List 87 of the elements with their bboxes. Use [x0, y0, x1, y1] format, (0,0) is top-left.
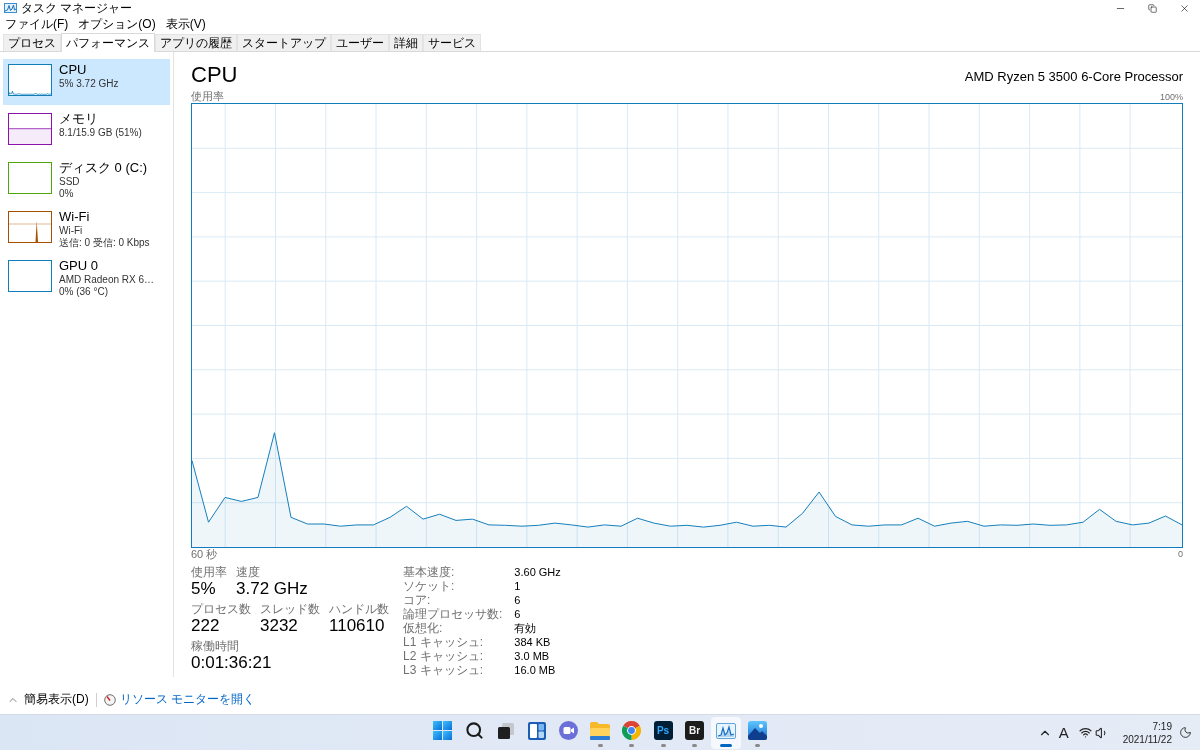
- sidebar-item[interactable]: メモリ 8.1/15.9 GB (51%): [3, 108, 170, 154]
- input-mode-indicator[interactable]: A: [1058, 723, 1069, 742]
- window-title: タスク マネージャー: [21, 0, 133, 16]
- activity-graph-icon: [4, 3, 17, 13]
- tab[interactable]: サービス: [423, 34, 481, 51]
- landscape-picture-icon: [748, 721, 767, 740]
- stat-value: 5%: [191, 579, 217, 599]
- menu-item[interactable]: 表示(V): [165, 17, 206, 32]
- axis-max-label: 100%: [1159, 92, 1183, 103]
- browser-icon: [622, 721, 641, 740]
- sidebar-item-detail: 0%: [59, 188, 75, 200]
- stat-label: 使用率: [191, 565, 227, 579]
- sidebar-item-detail: AMD Radeon RX 6…: [59, 274, 155, 286]
- panel-title: CPU: [191, 62, 238, 88]
- spec-value: 6: [514, 593, 522, 607]
- clock-time[interactable]: 7:19: [1152, 719, 1172, 733]
- close-icon: [1178, 2, 1190, 14]
- sidebar-item-detail: SSD: [59, 176, 81, 188]
- app-logo: Ps: [653, 721, 673, 740]
- spec-label: L1 キャッシュ:: [403, 635, 484, 649]
- stat-value: 3.72 GHz: [236, 579, 308, 599]
- stat-label: ハンドル数: [329, 602, 389, 616]
- sidebar-item-title: Wi-Fi: [59, 209, 91, 225]
- stat-value: 110610: [329, 616, 386, 636]
- stat-label: 速度: [236, 565, 261, 579]
- sidebar-item[interactable]: GPU 0 AMD Radeon RX 6… 0% (36 °C): [3, 255, 170, 301]
- sidebar-item-title: ディスク 0 (C:): [59, 160, 148, 176]
- sidebar-item-detail: 送信: 0 受信: 0 Kbps: [59, 237, 150, 249]
- spec-label: 論理プロセッサ数:: [403, 607, 503, 621]
- sidebar-item-title: CPU: [59, 62, 88, 78]
- spec-label: L2 キャッシュ:: [403, 649, 484, 663]
- clock-date[interactable]: 2021/11/22: [1122, 732, 1172, 746]
- spec-label: L3 キャッシュ:: [403, 663, 484, 677]
- menu-item[interactable]: オプション(O): [78, 17, 156, 32]
- spec-value: 3.0 MB: [514, 649, 551, 663]
- search-icon: [464, 721, 484, 740]
- tab[interactable]: アプリの履歴: [155, 34, 237, 51]
- stat-value: 0:01:36:21: [191, 653, 272, 673]
- gauge-icon: [103, 693, 116, 706]
- sidebar-item-title: GPU 0: [59, 258, 99, 274]
- taskbar-button[interactable]: Ps: [648, 716, 678, 749]
- spec-label: ソケット:: [403, 579, 456, 593]
- spec-value: 有効: [514, 621, 538, 635]
- axis-start-label: 60 秒: [191, 548, 218, 561]
- video-chat-icon: [559, 721, 578, 740]
- tab[interactable]: スタートアップ: [237, 34, 331, 51]
- spec-label: 仮想化:: [403, 621, 444, 635]
- axis-label: 使用率: [191, 90, 224, 103]
- wifi-icon[interactable]: [1078, 726, 1092, 739]
- stat-label: スレッド数: [260, 602, 320, 616]
- activity-graph-icon: [716, 722, 736, 739]
- resource-monitor-link[interactable]: リソース モニターを開く: [119, 692, 255, 707]
- spec-value: 384 KB: [514, 635, 552, 649]
- spec-value: 3.60 GHz: [514, 565, 561, 579]
- moon-icon[interactable]: [1179, 726, 1192, 739]
- panel-layout-icon: [528, 721, 546, 740]
- fewer-details-button[interactable]: 簡易表示(D): [24, 692, 89, 707]
- spec-value: 16.0 MB: [514, 663, 557, 677]
- four-squares-icon: [433, 721, 452, 740]
- sidebar-item[interactable]: CPU 5% 3.72 GHz: [3, 59, 170, 105]
- stat-label: プロセス数: [191, 602, 251, 616]
- sidebar-item-detail: 5% 3.72 GHz: [59, 78, 119, 90]
- stacked-windows-icon: [496, 721, 515, 740]
- sidebar-item-detail: 0% (36 °C): [59, 286, 109, 298]
- axis-end-label: 0: [1178, 548, 1183, 560]
- menu-item[interactable]: ファイル(F): [5, 17, 69, 32]
- sidebar-item-detail: Wi-Fi: [59, 225, 84, 237]
- processor-name: AMD Ryzen 5 3500 6-Core Processor: [964, 69, 1183, 85]
- spec-value: 1: [514, 579, 522, 593]
- folder-icon: [590, 721, 610, 740]
- spec-label: 基本速度:: [403, 565, 456, 579]
- tab[interactable]: プロセス: [3, 34, 61, 51]
- sidebar-item-title: メモリ: [59, 111, 99, 127]
- sidebar-item-detail: 8.1/15.9 GB (51%): [59, 127, 142, 139]
- restore-icon: [1147, 3, 1157, 13]
- spec-label: コア:: [403, 593, 432, 607]
- tab[interactable]: 詳細: [389, 34, 423, 51]
- spec-value: 6: [514, 607, 522, 621]
- stat-value: 3232: [260, 616, 299, 636]
- stat-label: 稼働時間: [191, 639, 240, 653]
- stat-value: 222: [191, 616, 221, 636]
- tab[interactable]: パフォーマンス: [61, 33, 155, 52]
- tab[interactable]: ユーザー: [331, 34, 389, 51]
- taskbar-button[interactable]: Br: [679, 716, 710, 749]
- sidebar-item[interactable]: Wi-Fi Wi-Fi 送信: 0 受信: 0 Kbps: [3, 206, 170, 252]
- sidebar-item[interactable]: ディスク 0 (C:) SSD 0%: [3, 157, 170, 203]
- app-logo: Br: [685, 721, 704, 740]
